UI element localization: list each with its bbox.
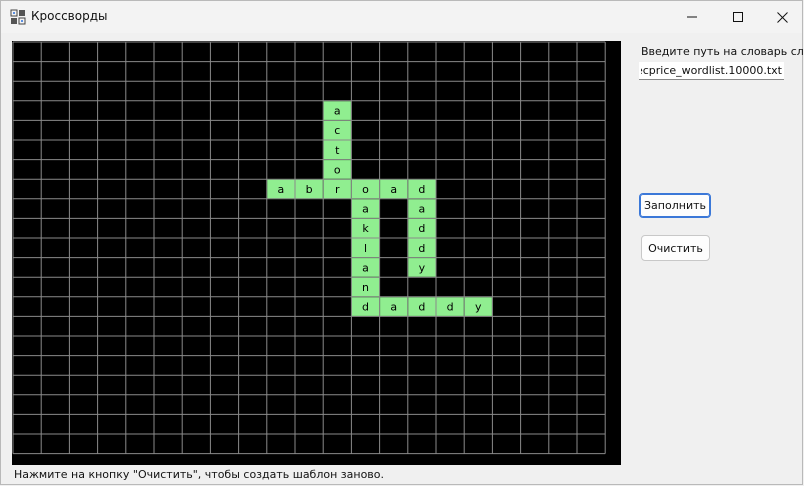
crossword-cell[interactable]: a [380,297,408,316]
crossword-cell-letter: y [419,261,426,274]
dictionary-path-label: Введите путь на словарь слов [641,45,804,58]
crossword-grid[interactable]: actoabroadaakdldayndaddy [12,41,621,465]
crossword-cell-letter: l [364,242,367,255]
maximize-icon [733,12,743,22]
crossword-cell[interactable]: y [464,297,492,316]
crossword-cell-letter: t [335,144,340,157]
crossword-cell[interactable]: d [408,218,436,238]
title-bar[interactable]: Кроссворды [1,1,802,33]
crossword-cell-letter: r [335,183,340,196]
crossword-cell-letter: d [418,242,425,255]
dictionary-path-input[interactable] [639,62,784,80]
crossword-cell[interactable]: a [380,179,408,199]
crossword-cell-letter: o [362,183,369,196]
crossword-grid-canvas[interactable]: actoa b r o a da ak dl da ynd a d d y [12,41,621,465]
crossword-cell-letter: n [362,281,369,294]
crossword-cell[interactable]: b [295,179,323,199]
clear-button[interactable]: Очистить [641,235,710,261]
crossword-cell[interactable]: l [351,238,380,258]
crossword-cell-letter: a [278,183,285,196]
crossword-cell[interactable]: a [351,199,380,218]
crossword-cell-letter: y [475,301,482,314]
crossword-cell-letter: k [362,222,369,235]
crossword-cell-letter: d [447,301,454,314]
minimize-button[interactable] [669,1,715,33]
crossword-cell-letter: a [390,183,397,196]
crossword-cell-letter: a [362,203,369,216]
crossword-cell[interactable]: t [323,140,351,160]
crossword-cell-letter: o [334,163,341,176]
crossword-cell-letter: a [390,301,397,314]
crossword-cell[interactable]: a [351,258,380,277]
crossword-cell-letter: d [362,301,369,314]
crossword-cell[interactable]: k [351,218,380,238]
crossword-cell[interactable]: d [408,238,436,258]
crossword-cell[interactable]: o [351,179,380,199]
crossword-cell[interactable]: d [436,297,464,316]
crossword-cell[interactable]: a [408,199,436,218]
crossword-cell-letter: d [418,222,425,235]
app-window: Кроссворды actoabroadaakdldayndaddy Введ… [0,0,804,485]
crossword-cell-letter: a [419,203,426,216]
crossword-cell-letter: d [418,301,425,314]
crossword-cell[interactable]: o [323,160,351,179]
crossword-cell-letter: a [362,261,369,274]
crossword-cell[interactable]: n [351,277,380,297]
maximize-button[interactable] [715,1,761,33]
app-icon [10,9,26,25]
crossword-cell[interactable]: a [267,179,295,199]
minimize-icon [687,16,697,18]
crossword-cell-letter: c [334,124,340,137]
crossword-cell[interactable]: d [351,297,380,316]
crossword-cell[interactable]: r [323,179,351,199]
crossword-cell[interactable]: d [408,297,436,316]
crossword-cell-letter: d [418,183,425,196]
fill-button[interactable]: Заполнить [639,193,711,218]
crossword-cell[interactable]: d [408,179,436,199]
window-title: Кроссворды [31,9,108,23]
crossword-cell[interactable]: a [323,101,351,120]
close-icon [776,11,788,23]
crossword-cell-letter: a [334,105,341,118]
crossword-cell[interactable]: y [408,258,436,277]
crossword-cell[interactable]: c [323,120,351,140]
crossword-cell-letter: b [306,183,313,196]
status-text: Нажмите на кнопку "Очистить", чтобы созд… [14,468,385,481]
close-button[interactable] [759,1,804,33]
